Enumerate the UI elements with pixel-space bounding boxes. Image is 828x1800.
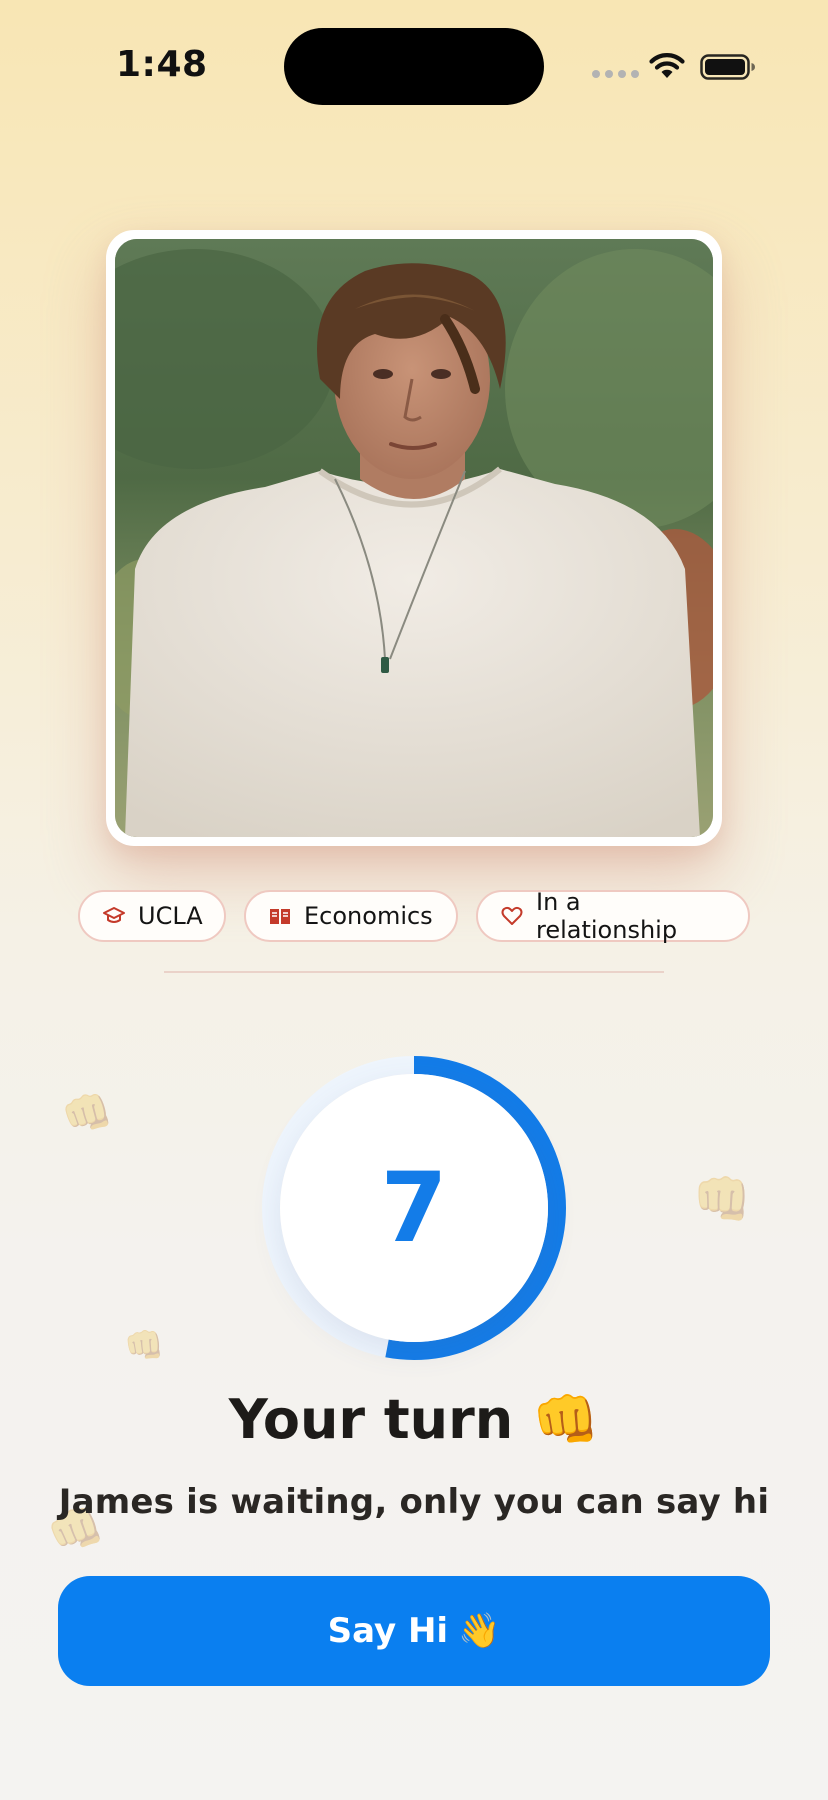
profile-photo-card[interactable]	[106, 230, 722, 846]
say-hi-button[interactable]: Say Hi 👋	[58, 1576, 770, 1686]
your-turn-title: Your turn 👊	[0, 1388, 828, 1452]
countdown-face: 7	[280, 1074, 548, 1342]
waiting-subtitle: James is waiting, only you can say hi	[58, 1482, 770, 1522]
dynamic-island	[284, 28, 544, 105]
fist-decoration-icon: 👊	[688, 1167, 756, 1231]
your-turn-title-text: Your turn	[228, 1388, 514, 1451]
tag-relationship: In a relationship	[476, 888, 750, 944]
tag-relationship-label: In a relationship	[536, 888, 678, 944]
tag-major-label: Economics	[304, 902, 433, 930]
fist-decoration-icon: 👊	[124, 1326, 164, 1364]
divider	[164, 971, 664, 973]
book-icon	[270, 909, 290, 924]
profile-photo-image	[115, 239, 713, 837]
battery-icon	[700, 54, 755, 80]
status-icons	[592, 50, 756, 84]
profile-tags: UCLA Economics In a relationship	[0, 888, 828, 944]
wifi-icon	[649, 53, 685, 78]
fist-decoration-icon: 👊	[58, 1087, 116, 1141]
say-hi-label: Say Hi	[327, 1611, 449, 1651]
graduation-cap-icon	[103, 907, 125, 923]
heart-icon	[501, 906, 523, 925]
tag-school: UCLA	[78, 890, 226, 942]
tag-major: Economics	[244, 890, 458, 942]
signal-dots-icon	[592, 70, 639, 78]
fist-icon: 👊	[532, 1388, 600, 1451]
status-bar: 1:48	[0, 0, 828, 140]
status-time: 1:48	[116, 44, 208, 85]
countdown-timer: 7	[262, 1056, 566, 1360]
countdown-number: 7	[380, 1152, 448, 1264]
tag-school-label: UCLA	[138, 902, 203, 930]
profile-photo	[115, 239, 713, 837]
wave-icon: 👋	[458, 1611, 501, 1651]
